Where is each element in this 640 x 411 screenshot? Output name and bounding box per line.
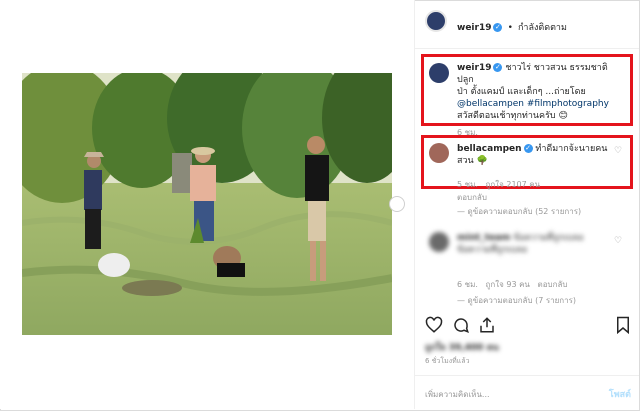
heart-icon[interactable] bbox=[425, 316, 443, 334]
action-bar bbox=[415, 312, 639, 342]
comment-time: 6 ชม. bbox=[457, 280, 478, 289]
likes-count[interactable]: ถูกใจ 39,400 คน bbox=[425, 340, 499, 354]
comment-icon[interactable] bbox=[452, 316, 470, 334]
comment-input[interactable]: เพิ่มความคิดเห็น... bbox=[425, 388, 490, 401]
comment-text: mint_team ข้อความที่ถูกเบลอ ข้อความที่ถู… bbox=[457, 232, 617, 256]
caption-text: weir19 ✓ ชาวไร่ ชาวสวน ธรรมชาติ ปลูก ป่า … bbox=[457, 62, 627, 122]
view-replies-label: ดูข้อความตอบกลับ (7 รายการ) bbox=[467, 296, 577, 305]
view-replies-label: ดูข้อความตอบกลับ (52 รายการ) bbox=[467, 207, 582, 216]
post-button[interactable]: โพสต์ bbox=[609, 387, 631, 401]
comment-meta: 5 ชม. ถูกใจ 2107 คน bbox=[457, 178, 540, 191]
post-time: 6 ชั่วโมงที่แล้ว bbox=[425, 357, 470, 365]
post-side-panel: weir19 ✓ • กำลังติดตาม weir19 ✓ ชาวไร่ ชาว… bbox=[415, 0, 639, 409]
avatar[interactable] bbox=[429, 143, 449, 163]
caption-line-4: สวัสดีตอนเช้าทุกท่านครับ 😊 bbox=[457, 111, 568, 121]
comment-text: bellacampen ✓ ทำดีมากจ้ะนายคน สวน 🌳 bbox=[457, 143, 627, 167]
verified-icon: ✓ bbox=[523, 144, 533, 153]
heart-icon[interactable]: ♡ bbox=[614, 236, 622, 246]
mention-link[interactable]: @bellacampen bbox=[457, 99, 524, 109]
comment-line-2: ข้อความที่ถูกเบลอ bbox=[457, 245, 528, 255]
comment-line-1: ข้อความที่ถูกเบลอ bbox=[513, 233, 584, 243]
verified-icon: ✓ bbox=[493, 63, 503, 72]
avatar[interactable] bbox=[429, 63, 449, 83]
reply-button[interactable]: ตอบกลับ bbox=[538, 280, 568, 289]
view-replies[interactable]: — ดูข้อความตอบกลับ (7 รายการ) bbox=[457, 294, 576, 307]
bookmark-icon[interactable] bbox=[615, 316, 631, 334]
header-username[interactable]: weir19 bbox=[457, 23, 491, 33]
verified-icon: ✓ bbox=[493, 23, 503, 32]
comment-bar: เพิ่มความคิดเห็น... โพสต์ bbox=[415, 375, 639, 410]
chevron-right-icon[interactable]: chevron-right-icon bbox=[389, 196, 405, 212]
caption-username[interactable]: weir19 bbox=[457, 63, 491, 73]
comment-line-1: ทำดีมากจ้ะนายคน bbox=[535, 144, 608, 154]
comment-likes[interactable]: ถูกใจ 2107 คน bbox=[486, 180, 541, 189]
post-photo bbox=[22, 73, 392, 335]
caption-line-2: ป่า ตั้งแคมป์ และเด็กๆ ...ถ่ายโดย bbox=[457, 87, 586, 97]
separator-dot: • bbox=[507, 23, 513, 33]
heart-icon[interactable]: ♡ bbox=[614, 146, 622, 156]
share-icon[interactable] bbox=[478, 316, 496, 334]
post-header: weir19 ✓ • กำลังติดตาม bbox=[415, 0, 639, 49]
view-replies[interactable]: — ดูข้อความตอบกลับ (52 รายการ) bbox=[457, 205, 581, 218]
comment-time: 5 ชม. bbox=[457, 180, 478, 189]
avatar[interactable] bbox=[425, 10, 447, 32]
comment-username[interactable]: bellacampen bbox=[457, 144, 522, 154]
hashtag-link[interactable]: #filmphotography bbox=[527, 99, 609, 109]
follow-status[interactable]: กำลังติดตาม bbox=[518, 23, 567, 33]
avatar[interactable] bbox=[429, 232, 449, 252]
post-media-panel: chevron-right-icon bbox=[0, 0, 415, 409]
comment-meta: 6 ชม. ถูกใจ 93 คน ตอบกลับ bbox=[457, 278, 567, 291]
comment-line-2: สวน 🌳 bbox=[457, 156, 488, 166]
comment-likes[interactable]: ถูกใจ 93 คน bbox=[486, 280, 530, 289]
comment-username[interactable]: mint_team bbox=[457, 233, 511, 243]
reply-button[interactable]: ตอบกลับ bbox=[457, 191, 487, 204]
